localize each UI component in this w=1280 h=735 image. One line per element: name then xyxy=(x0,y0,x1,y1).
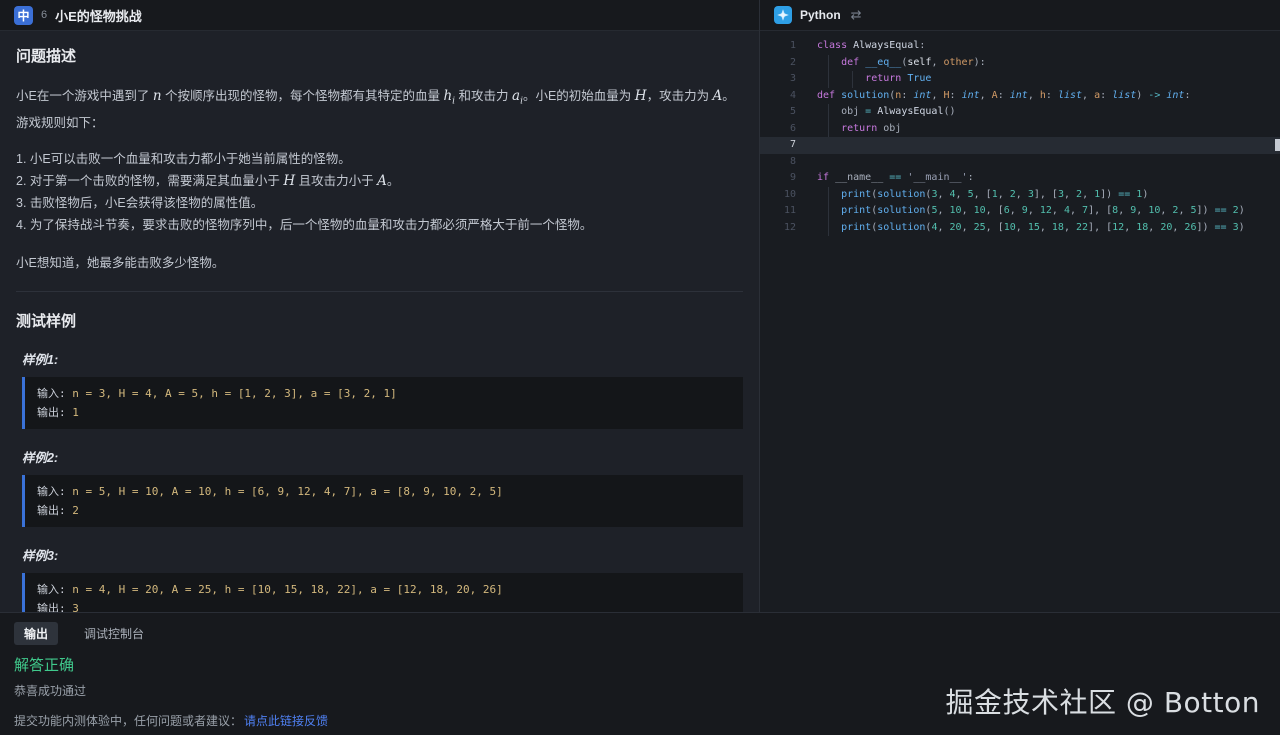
problem-question: 小E想知道，她最多能击败多少怪物。 xyxy=(16,252,743,271)
problem-content: 问题描述 小E在一个游戏中遇到了 n 个按顺序出现的怪物，每个怪物都有其特定的血… xyxy=(0,31,759,612)
code-line: return obj xyxy=(796,121,1280,138)
sample-io-block: 输入: n = 5, H = 10, A = 10, h = [6, 9, 12… xyxy=(22,475,743,527)
tab-debug-console[interactable]: 调试控制台 xyxy=(74,622,154,645)
indent-guide xyxy=(828,220,829,237)
sample-label: 样例1: xyxy=(22,349,743,368)
code-row[interactable]: 8 xyxy=(760,154,1280,171)
code-row[interactable]: 6 return obj xyxy=(760,121,1280,138)
line-number: 7 xyxy=(760,137,796,154)
line-number: 10 xyxy=(760,187,796,204)
editor-header: Python ⇄ xyxy=(760,0,1280,31)
app-root: 中 6 小E的怪物挑战 问题描述 小E在一个游戏中遇到了 n 个按顺序出现的怪物… xyxy=(0,0,1280,735)
code-line: obj = AlwaysEqual() xyxy=(796,104,1280,121)
python-icon xyxy=(774,6,792,24)
sample-output-line: 输出: 2 xyxy=(37,501,731,520)
sample-input-line: 输入: n = 5, H = 10, A = 10, h = [6, 9, 12… xyxy=(37,482,731,501)
indent-guide xyxy=(828,187,829,204)
indent-guide xyxy=(828,203,829,220)
sample-output-line: 输出: 1 xyxy=(37,403,731,422)
code-line xyxy=(796,154,1280,171)
indent-guide xyxy=(828,104,829,121)
problem-rule: 2. 对于第一个击败的怪物，需要满足其血量小于 H 且攻击力小于 A。 xyxy=(16,170,743,192)
problem-rule: 1. 小E可以击败一个血量和攻击力都小于她当前属性的怪物。 xyxy=(16,148,743,170)
editor-panel: Python ⇄ 1class AlwaysEqual:2 def __eq__… xyxy=(760,0,1280,612)
code-row[interactable]: 5 obj = AlwaysEqual() xyxy=(760,104,1280,121)
code-line: def __eq__(self, other): xyxy=(796,55,1280,72)
sample-input-line: 输入: n = 3, H = 4, A = 5, h = [1, 2, 3], … xyxy=(37,384,731,403)
line-number: 8 xyxy=(760,154,796,171)
section-heading-samples: 测试样例 xyxy=(16,310,743,331)
problem-description: 小E在一个游戏中遇到了 n 个按顺序出现的怪物，每个怪物都有其特定的血量 hi … xyxy=(16,86,743,134)
code-row[interactable]: 2 def __eq__(self, other): xyxy=(760,55,1280,72)
code-line xyxy=(796,137,1280,154)
line-number: 1 xyxy=(760,38,796,55)
code-row[interactable]: 3 return True xyxy=(760,71,1280,88)
code-line: print(solution(4, 20, 25, [10, 15, 18, 2… xyxy=(796,220,1280,237)
section-divider xyxy=(16,291,743,292)
code-row[interactable]: 10 print(solution(3, 4, 5, [1, 2, 3], [3… xyxy=(760,187,1280,204)
code-row[interactable]: 1class AlwaysEqual: xyxy=(760,38,1280,55)
code-row[interactable]: 12 print(solution(4, 20, 25, [10, 15, 18… xyxy=(760,220,1280,237)
code-row[interactable]: 7 xyxy=(760,137,1280,154)
line-number: 4 xyxy=(760,88,796,105)
watermark: 掘金技术社区 @ Botton xyxy=(946,681,1260,721)
code-editor[interactable]: 1class AlwaysEqual:2 def __eq__(self, ot… xyxy=(760,31,1280,612)
problem-title: 小E的怪物挑战 xyxy=(55,6,142,25)
platform-badge-icon: 中 xyxy=(14,6,33,25)
line-number: 2 xyxy=(760,55,796,72)
code-row[interactable]: 4def solution(n: int, H: int, A: int, h:… xyxy=(760,88,1280,105)
code-line: print(solution(5, 10, 10, [6, 9, 12, 4, … xyxy=(796,203,1280,220)
indent-guide xyxy=(852,71,853,88)
feedback-link[interactable]: 请点此链接反馈 xyxy=(244,714,328,728)
question-index: 6 xyxy=(41,9,47,21)
code-line: def solution(n: int, H: int, A: int, h: … xyxy=(796,88,1280,105)
indent-guide xyxy=(828,71,829,88)
line-number: 12 xyxy=(760,220,796,237)
result-status: 解答正确 xyxy=(14,654,1266,675)
problem-panel: 中 6 小E的怪物挑战 问题描述 小E在一个游戏中遇到了 n 个按顺序出现的怪物… xyxy=(0,0,760,612)
code-row[interactable]: 11 print(solution(5, 10, 10, [6, 9, 12, … xyxy=(760,203,1280,220)
swap-language-icon[interactable]: ⇄ xyxy=(851,7,862,23)
indent-guide xyxy=(828,55,829,72)
sample-label: 样例3: xyxy=(22,545,743,564)
code-line: return True xyxy=(796,71,1280,88)
sample-input-line: 输入: n = 4, H = 20, A = 25, h = [10, 15, … xyxy=(37,580,731,599)
tab-output[interactable]: 输出 xyxy=(14,622,58,645)
problem-rule: 3. 击败怪物后，小E会获得该怪物的属性值。 xyxy=(16,192,743,214)
code-line: print(solution(3, 4, 5, [1, 2, 3], [3, 2… xyxy=(796,187,1280,204)
sample-io-block: 输入: n = 4, H = 20, A = 25, h = [10, 15, … xyxy=(22,573,743,612)
sample-io-block: 输入: n = 3, H = 4, A = 5, h = [1, 2, 3], … xyxy=(22,377,743,429)
line-number: 9 xyxy=(760,170,796,187)
code-line: class AlwaysEqual: xyxy=(796,38,1280,55)
section-heading-description: 问题描述 xyxy=(16,45,743,66)
console-tabs: 输出 调试控制台 xyxy=(14,622,1266,645)
problem-rule: 4. 为了保持战斗节奏，要求击败的怪物序列中，后一个怪物的血量和攻击力都必须严格… xyxy=(16,214,743,236)
sample-label: 样例2: xyxy=(22,447,743,466)
line-number: 6 xyxy=(760,121,796,138)
code-line: if __name__ == '__main__': xyxy=(796,170,1280,187)
sample-output-line: 输出: 3 xyxy=(37,599,731,612)
line-number: 11 xyxy=(760,203,796,220)
problem-header: 中 6 小E的怪物挑战 xyxy=(0,0,759,31)
cursor-overview-marker xyxy=(1275,139,1280,151)
language-label: Python xyxy=(800,8,841,22)
problem-rules: 1. 小E可以击败一个血量和攻击力都小于她当前属性的怪物。2. 对于第一个击败的… xyxy=(16,148,743,236)
code-row[interactable]: 9if __name__ == '__main__': xyxy=(760,170,1280,187)
line-number: 3 xyxy=(760,71,796,88)
samples-list: 样例1: 输入: n = 3, H = 4, A = 5, h = [1, 2, … xyxy=(16,349,743,612)
feedback-text: 提交功能内测体验中，任何问题或者建议： xyxy=(14,714,242,728)
main-split: 中 6 小E的怪物挑战 问题描述 小E在一个游戏中遇到了 n 个按顺序出现的怪物… xyxy=(0,0,1280,612)
line-number: 5 xyxy=(760,104,796,121)
indent-guide xyxy=(828,121,829,138)
